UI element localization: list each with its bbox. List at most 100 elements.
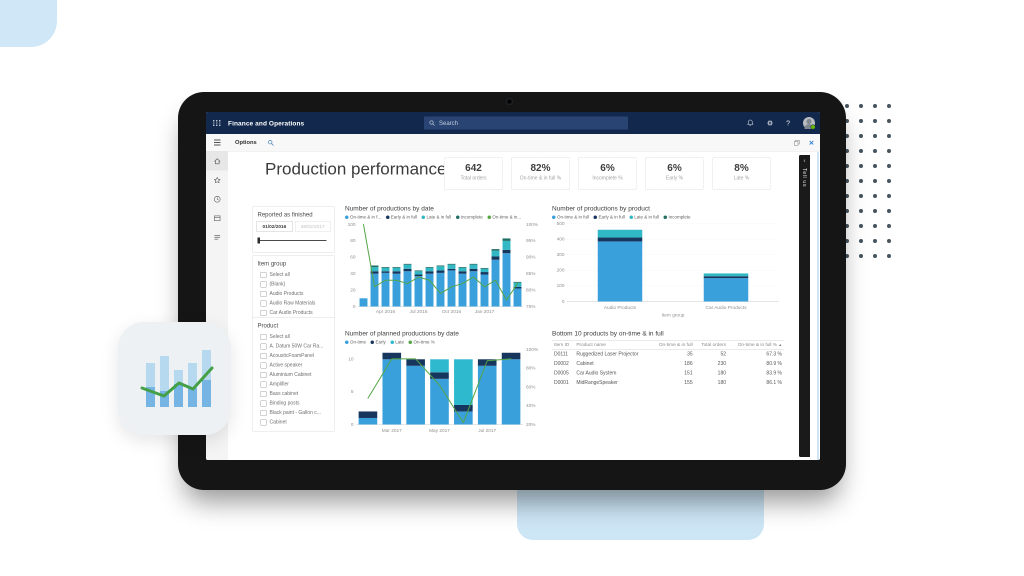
gear-icon[interactable]: ⚙ — [767, 119, 773, 128]
list-icon — [213, 233, 222, 242]
checkbox-label: Amplifier — [270, 382, 289, 388]
legend-item[interactable]: On-time & in... — [487, 215, 521, 220]
table-cell: Ruggedized Laser Projector — [574, 349, 650, 359]
column-header[interactable]: Product name — [574, 340, 650, 349]
checkbox-row[interactable]: AcousticFoamPanel — [257, 351, 331, 361]
kpi-value: 6% — [579, 163, 637, 175]
chart-title: Number of productions by date — [345, 205, 545, 213]
checkbox[interactable] — [261, 419, 267, 425]
table-row[interactable]: D0111Ruggedized Laser Projector355267.3 … — [552, 349, 784, 359]
legend-label: On-time % — [414, 340, 435, 345]
restore-window-icon[interactable] — [794, 139, 801, 146]
table-row[interactable]: D0005Car Audio System15118083.9 % — [552, 369, 784, 379]
legend-item[interactable]: On-time & in full — [552, 215, 589, 220]
waffle-menu-icon[interactable] — [213, 120, 221, 126]
feedback-tab[interactable]: ‹ Tell us — [799, 155, 810, 457]
checkbox[interactable] — [261, 272, 267, 278]
column-header[interactable]: Item ID — [552, 340, 574, 349]
legend-item[interactable]: On-time — [345, 340, 366, 345]
svg-text:400: 400 — [557, 236, 565, 242]
legend-item[interactable]: Early & in full — [386, 215, 417, 220]
legend-item[interactable]: Incomplete — [664, 215, 691, 220]
legend-item[interactable]: Late — [390, 340, 404, 345]
table-row[interactable]: D0002Cabinet18623080.9 % — [552, 359, 784, 369]
page-search-icon[interactable] — [268, 139, 275, 146]
checkbox-row[interactable]: Amplifier — [257, 380, 331, 390]
main-content: Production performance 642Total orders82… — [228, 152, 820, 461]
svg-text:60%: 60% — [526, 384, 536, 390]
app-title: Finance and Operations — [228, 119, 304, 127]
legend-item[interactable]: Late & in full — [422, 215, 452, 220]
legend-label: Incomplete — [461, 215, 483, 220]
checkbox[interactable] — [261, 291, 267, 297]
checkbox[interactable] — [261, 300, 267, 306]
svg-text:0: 0 — [562, 299, 565, 305]
checkbox[interactable] — [261, 410, 267, 416]
global-search[interactable] — [424, 117, 628, 130]
chart-planned-productions: Number of planned productions by date On… — [345, 330, 545, 435]
help-icon[interactable]: ? — [786, 119, 790, 127]
legend-item[interactable]: Late & in full — [629, 215, 659, 220]
sidebar-item-home[interactable] — [206, 152, 228, 171]
checkbox-row[interactable]: Bass cabinet — [257, 389, 331, 399]
checkbox-label: Audio Products — [270, 291, 304, 297]
checkbox-row[interactable]: Select all — [257, 270, 331, 280]
hamburger-icon[interactable] — [206, 140, 228, 146]
checkbox[interactable] — [261, 362, 267, 368]
status-dot — [811, 125, 816, 130]
checkbox-row[interactable]: Select all — [257, 332, 331, 342]
avatar[interactable] — [803, 117, 815, 129]
date-range-slider[interactable] — [258, 237, 330, 244]
table-cell: 80.9 % — [728, 359, 784, 369]
slider-handle[interactable] — [258, 238, 261, 244]
checkbox[interactable] — [261, 400, 267, 406]
dot — [873, 134, 877, 138]
column-header[interactable]: Total orders — [695, 340, 728, 349]
checkbox[interactable] — [261, 281, 267, 287]
dot — [859, 209, 863, 213]
checkbox-row[interactable]: (Blank) — [257, 280, 331, 290]
checkbox-label: Aluminium Cabinet — [270, 372, 312, 378]
column-header[interactable]: On-time & in full — [651, 340, 695, 349]
checkbox-row[interactable]: Audio Raw Materials — [257, 299, 331, 309]
legend-label: Early & in full — [391, 215, 417, 220]
legend-item[interactable]: Early — [371, 340, 386, 345]
checkbox[interactable] — [261, 310, 267, 316]
checkbox[interactable] — [261, 391, 267, 397]
legend-label: On-time — [350, 340, 366, 345]
legend-item[interactable]: On-time & in f... — [345, 215, 381, 220]
search-input[interactable] — [438, 119, 605, 127]
checkbox-row[interactable]: A. Datum 50W Car Ra... — [257, 342, 331, 352]
checkbox[interactable] — [261, 381, 267, 387]
svg-text:80: 80 — [350, 238, 356, 244]
checkbox[interactable] — [261, 353, 267, 359]
checkbox-row[interactable]: Cabinet — [257, 418, 331, 428]
close-icon[interactable]: × — [809, 138, 814, 147]
sidebar-item-worklist[interactable] — [206, 209, 228, 228]
legend-item[interactable]: Incomplete — [456, 215, 483, 220]
checkbox-row[interactable]: Aluminium Cabinet — [257, 370, 331, 380]
options-button[interactable]: Options — [235, 140, 257, 146]
screen-edge-line — [817, 152, 819, 460]
checkbox-row[interactable]: Car Audio Products — [257, 308, 331, 318]
bell-icon[interactable] — [746, 119, 754, 127]
sidebar-item-favorites[interactable] — [206, 171, 228, 190]
table-cell: MidRangeSpeaker — [574, 378, 650, 388]
checkbox-row[interactable]: Binding posts — [257, 399, 331, 409]
checkbox-row[interactable]: Active speaker — [257, 361, 331, 371]
legend-item[interactable]: On-time % — [409, 340, 435, 345]
checkbox-row[interactable]: Black paint - Gallon c... — [257, 408, 331, 418]
checkbox[interactable] — [261, 372, 267, 378]
column-header[interactable]: On-time & in full %▲ — [728, 340, 784, 349]
table-row[interactable]: D0001MidRangeSpeaker15518086.1 % — [552, 378, 784, 388]
svg-text:May 2017: May 2017 — [429, 428, 450, 434]
checkbox-row[interactable]: Audio Products — [257, 289, 331, 299]
checkbox[interactable] — [261, 334, 267, 340]
date-end-input[interactable]: 28/02/2017 — [295, 221, 331, 232]
sidebar-item-menu[interactable] — [206, 228, 228, 247]
checkbox[interactable] — [261, 343, 267, 349]
date-start-input[interactable]: 01/02/2016 — [257, 221, 293, 232]
legend-item[interactable]: Early & in full — [594, 215, 625, 220]
kpi-card: 6%Early % — [645, 158, 704, 190]
sidebar-item-recent[interactable] — [206, 190, 228, 209]
